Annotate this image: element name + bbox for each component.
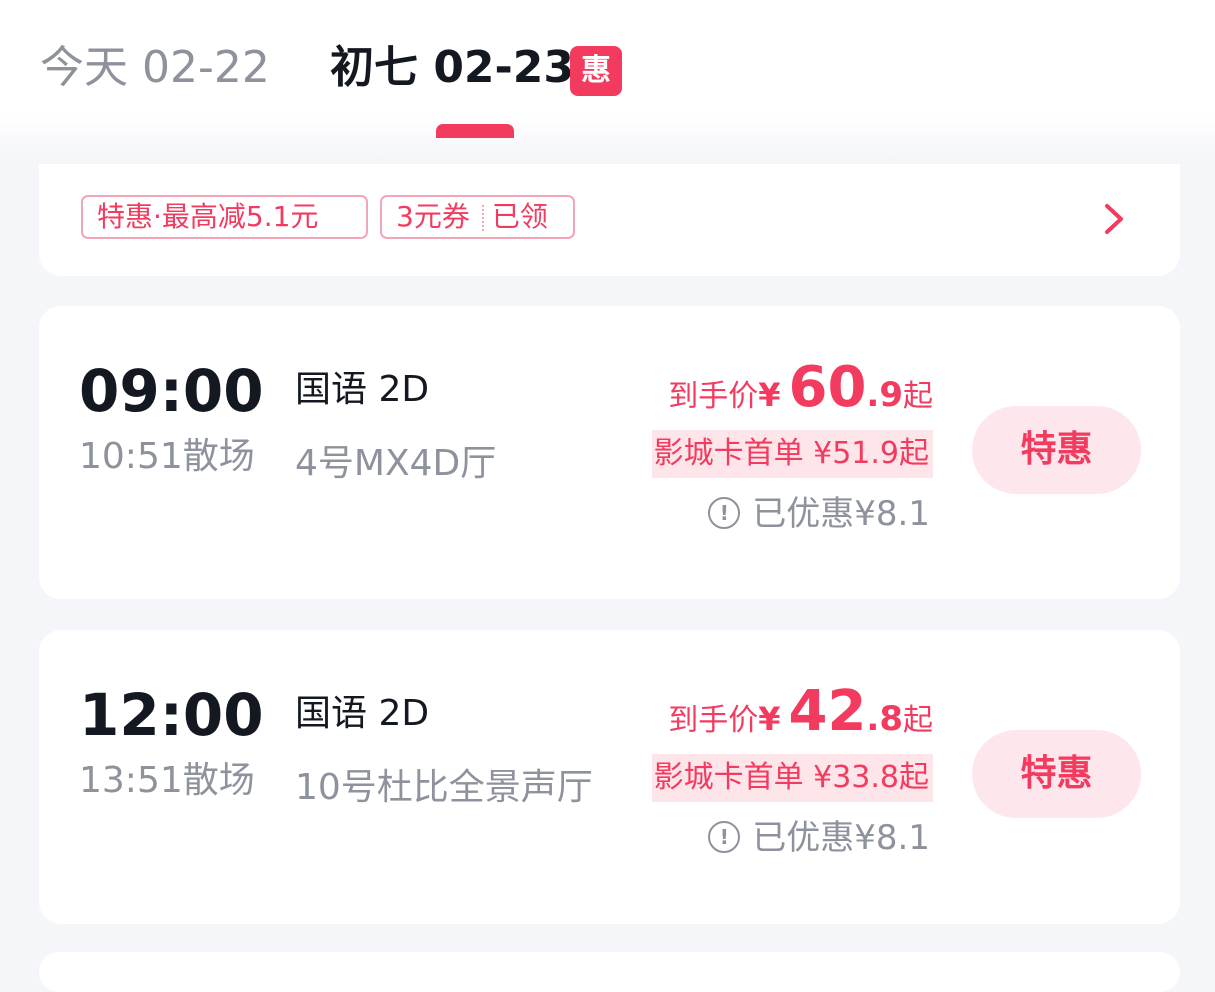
hall-name: 4号MX4D厅 bbox=[295, 443, 497, 484]
start-time: 12:00 bbox=[79, 681, 264, 749]
discount-amount: 已优惠¥8.1 bbox=[752, 494, 930, 534]
price-decimal: .8 bbox=[866, 699, 903, 739]
discount-amount: 已优惠¥8.1 bbox=[752, 818, 930, 858]
discount-badge: 惠 bbox=[570, 46, 622, 96]
deal-button[interactable]: 特惠 bbox=[972, 406, 1141, 494]
price-suffix: 起 bbox=[903, 703, 933, 738]
date-tab-bar: 今天 02-22 初七 02-23 惠 bbox=[0, 0, 1215, 160]
price-integer: 42 bbox=[788, 679, 867, 744]
currency-symbol: ¥ bbox=[758, 700, 781, 738]
end-time: 10:51散场 bbox=[79, 436, 255, 477]
language-format: 国语 2D bbox=[295, 369, 430, 410]
currency-symbol: ¥ bbox=[758, 376, 781, 414]
final-price: 到手价¥ 60.9起 bbox=[668, 356, 933, 420]
coupon-label: 3元券 bbox=[396, 200, 470, 233]
coupon-status: 已领 bbox=[491, 200, 548, 233]
promo-tag-discount: 特惠·最高减5.1元 bbox=[81, 195, 368, 239]
showtime-card[interactable]: 12:00 13:51散场 国语 2D 10号杜比全景声厅 到手价¥ 42.8起 … bbox=[39, 630, 1180, 924]
hall-name: 10号杜比全景声厅 bbox=[295, 767, 593, 808]
discount-info[interactable]: ! 已优惠¥8.1 bbox=[708, 492, 930, 536]
language-format: 国语 2D bbox=[295, 693, 430, 734]
active-tab-indicator bbox=[436, 124, 514, 138]
final-price-label: 到手价 bbox=[668, 703, 759, 738]
price-decimal: .9 bbox=[866, 375, 903, 415]
info-circle-icon: ! bbox=[708, 496, 741, 529]
promo-tag-coupon: 3元券 已领 bbox=[380, 195, 575, 239]
discount-info[interactable]: ! 已优惠¥8.1 bbox=[708, 816, 930, 860]
deal-button[interactable]: 特惠 bbox=[972, 730, 1141, 818]
tab-today[interactable]: 今天 02-22 bbox=[40, 40, 270, 96]
coupon-divider bbox=[481, 205, 484, 231]
final-price: 到手价¥ 42.8起 bbox=[668, 680, 933, 744]
end-time: 13:51散场 bbox=[79, 760, 255, 801]
price-integer: 60 bbox=[788, 355, 867, 420]
showtime-card-partial[interactable] bbox=[39, 952, 1180, 992]
price-suffix: 起 bbox=[903, 379, 933, 414]
info-circle-icon: ! bbox=[708, 820, 741, 853]
member-card-price: 影城卡首单 ¥33.8起 bbox=[651, 754, 933, 802]
promo-banner[interactable]: 特惠·最高减5.1元 3元券 已领 bbox=[39, 164, 1180, 276]
showtime-card[interactable]: 09:00 10:51散场 国语 2D 4号MX4D厅 到手价¥ 60.9起 影城… bbox=[39, 306, 1180, 599]
chevron-right-icon[interactable] bbox=[1098, 200, 1132, 238]
tab-chuqi[interactable]: 初七 02-23 bbox=[330, 40, 574, 96]
member-card-price: 影城卡首单 ¥51.9起 bbox=[651, 430, 933, 478]
final-price-label: 到手价 bbox=[668, 379, 759, 414]
start-time: 09:00 bbox=[79, 357, 264, 425]
